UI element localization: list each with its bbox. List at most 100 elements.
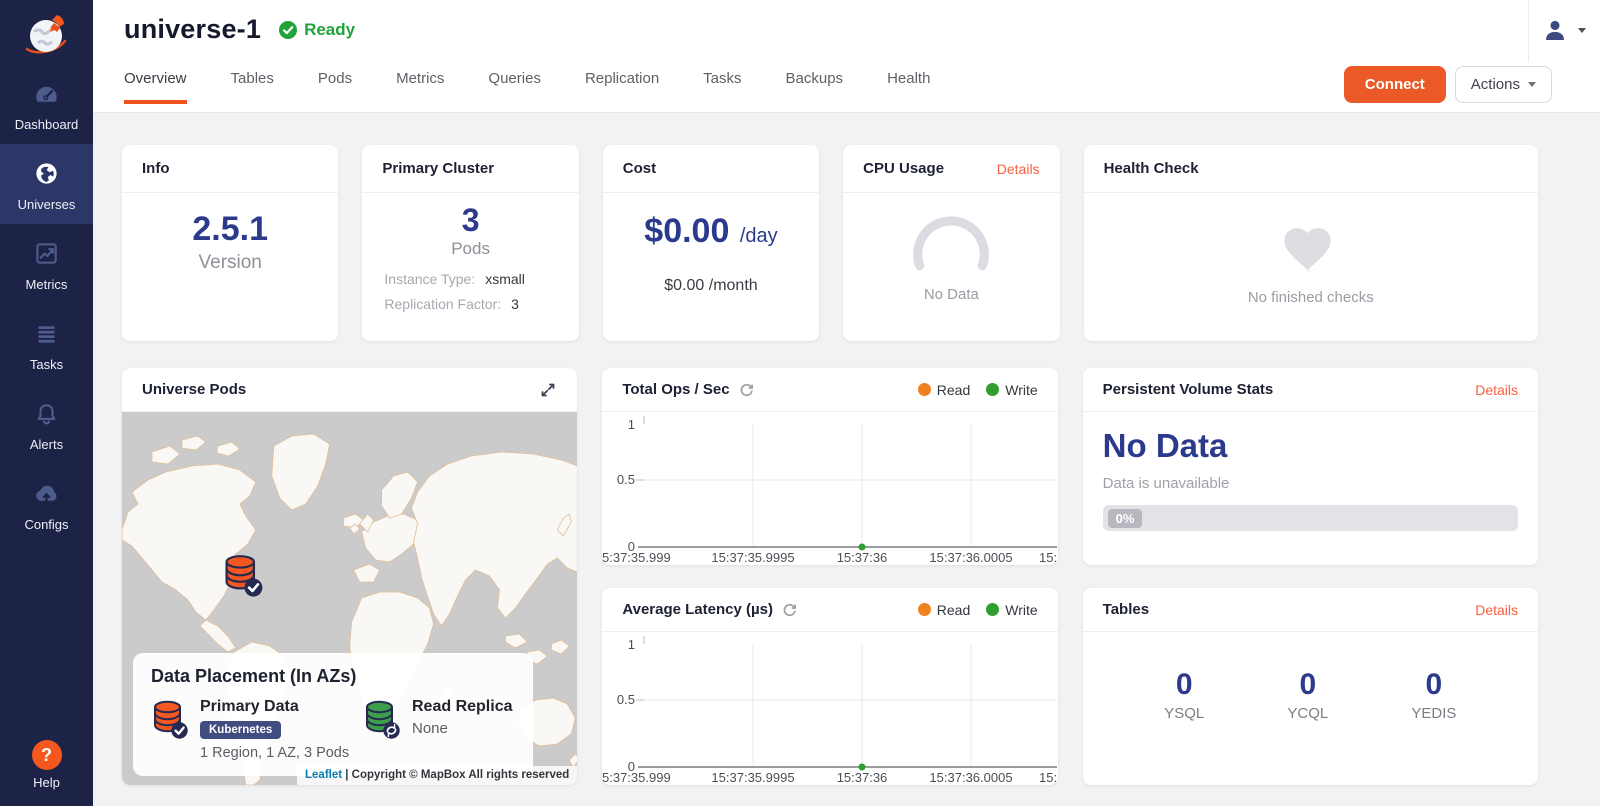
health-check-card: Health Check No finished checks [1084,145,1538,341]
universe-pods-card: Universe Pods [122,368,577,785]
help-icon: ? [32,740,62,770]
sidebar-item-universes[interactable]: Universes [0,144,93,224]
version-value: 2.5.1 [122,210,338,249]
heart-icon [1281,219,1341,275]
legend-read[interactable]: Read [918,382,970,398]
pods-label: Pods [362,239,578,259]
tables-details-link[interactable]: Details [1475,602,1518,618]
sidebar-item-tasks[interactable]: Tasks [0,304,93,384]
actions-button-label: Actions [1471,76,1520,93]
user-avatar-icon [1542,17,1568,43]
average-latency-plot[interactable]: 1 0.5 0 5:37:35.999 15:37:35.9995 15:37:… [602,632,1057,785]
user-menu[interactable] [1542,17,1586,43]
total-ops-card: Total Ops / Sec Read Write [602,368,1057,565]
chart-legend: Read Write [918,382,1038,398]
sidebar-item-label: Tasks [0,357,93,372]
tab-tables[interactable]: Tables [231,70,274,104]
cpu-no-data-text: No Data [843,286,1059,303]
legend-write-label: Write [1005,602,1037,618]
pvs-progress-label: 0% [1108,509,1143,528]
ycql-count-block: 0 YCQL [1287,668,1328,722]
overview-content: Info 2.5.1 Version Primary Cluster 3 Pod… [93,113,1600,806]
card-title: Persistent Volume Stats [1103,381,1274,398]
planet-rocket-icon [21,11,73,59]
card-title: Health Check [1104,160,1199,177]
total-ops-plot[interactable]: 1 0.5 0 5:37:35.999 15:37:35.9995 15:37:… [602,412,1057,565]
x-tick: 15:37:36.0005 [930,550,1013,565]
sidebar-item-label: Universes [0,197,93,212]
tab-metrics[interactable]: Metrics [396,70,444,104]
tab-backups[interactable]: Backups [786,70,844,104]
health-no-checks-text: No finished checks [1084,289,1538,306]
legend-write[interactable]: Write [986,602,1037,618]
connect-button[interactable]: Connect [1344,66,1446,103]
write-dot-icon [986,383,999,396]
card-title: Universe Pods [142,381,246,398]
yedis-label: YEDIS [1411,705,1456,722]
tab-queries[interactable]: Queries [488,70,541,104]
sidebar-item-help[interactable]: ? Help [0,740,93,790]
cost-per-day-value: $0.00 [644,212,729,250]
page-title: universe-1 [124,14,261,45]
card-title: CPU Usage [863,160,944,177]
x-tick: 5:37:35.999 [602,770,671,785]
legend-write-label: Write [1005,382,1037,398]
pvs-progress-bar: 0% [1103,505,1518,531]
sidebar-item-dashboard[interactable]: Dashboard [0,64,93,144]
refresh-icon[interactable] [739,382,754,397]
write-dot-icon [986,603,999,616]
database-sync-icon [363,698,401,740]
tab-overview[interactable]: Overview [124,70,187,104]
primary-data-block: Primary Data Kubernetes 1 Region, 1 AZ, … [151,698,363,761]
gauge-icon [33,80,60,107]
header-divider [1528,0,1529,62]
actions-button[interactable]: Actions [1455,66,1552,103]
ycql-count: 0 [1287,668,1328,702]
cpu-details-link[interactable]: Details [997,161,1040,177]
map-attribution: Leaflet | Copyright © MapBox All rights … [297,766,577,785]
tab-pods[interactable]: Pods [318,70,352,104]
yedis-count: 0 [1411,668,1456,702]
instance-type-key: Instance Type: [384,271,475,287]
pvs-unavailable-text: Data is unavailable [1103,475,1518,492]
read-replica-block: Read Replica None [363,698,512,761]
legend-read[interactable]: Read [918,602,970,618]
tab-replication[interactable]: Replication [585,70,659,104]
tab-health[interactable]: Health [887,70,930,104]
version-label: Version [122,252,338,274]
card-title: Info [142,160,170,177]
globe-icon [33,160,60,187]
sidebar-item-configs[interactable]: Configs [0,464,93,544]
sidebar-item-metrics[interactable]: Metrics [0,224,93,304]
pvs-details-link[interactable]: Details [1475,382,1518,398]
legend-write[interactable]: Write [986,382,1037,398]
x-tick: 15:37:35.9995 [712,550,795,565]
ycql-label: YCQL [1287,705,1328,722]
x-tick: 15:37:35.9995 [712,770,795,785]
status-text: Ready [304,20,355,40]
sidebar-item-label: Alerts [0,437,93,452]
world-map[interactable]: Data Placement (In AZs) [122,412,577,785]
chart-legend: Read Write [918,602,1038,618]
y-tick: 0.5 [617,692,635,707]
list-icon [33,320,60,347]
card-title: Tables [1103,601,1149,618]
replication-factor-value: 3 [511,296,519,312]
page-header: universe-1 Ready Overview Tables Pods Me… [93,0,1600,113]
refresh-icon[interactable] [782,602,797,617]
persistent-volume-card: Persistent Volume Stats Details No Data … [1083,368,1538,565]
line-chart-icon [33,240,60,267]
ysql-label: YSQL [1164,705,1204,722]
expand-icon[interactable] [539,381,557,399]
leaflet-link[interactable]: Leaflet [305,769,342,781]
tab-tasks[interactable]: Tasks [703,70,741,104]
sidebar-item-alerts[interactable]: Alerts [0,384,93,464]
ysql-count-block: 0 YSQL [1164,668,1204,722]
x-tick: 15:37:36.0005 [930,770,1013,785]
primary-data-map-marker[interactable] [222,552,264,598]
read-dot-icon [918,383,931,396]
data-placement-title: Data Placement (In AZs) [151,666,515,687]
tab-bar: Overview Tables Pods Metrics Queries Rep… [124,70,930,104]
yugabyte-logo[interactable] [0,0,93,64]
instance-type-row: Instance Type: xsmall [384,271,556,287]
